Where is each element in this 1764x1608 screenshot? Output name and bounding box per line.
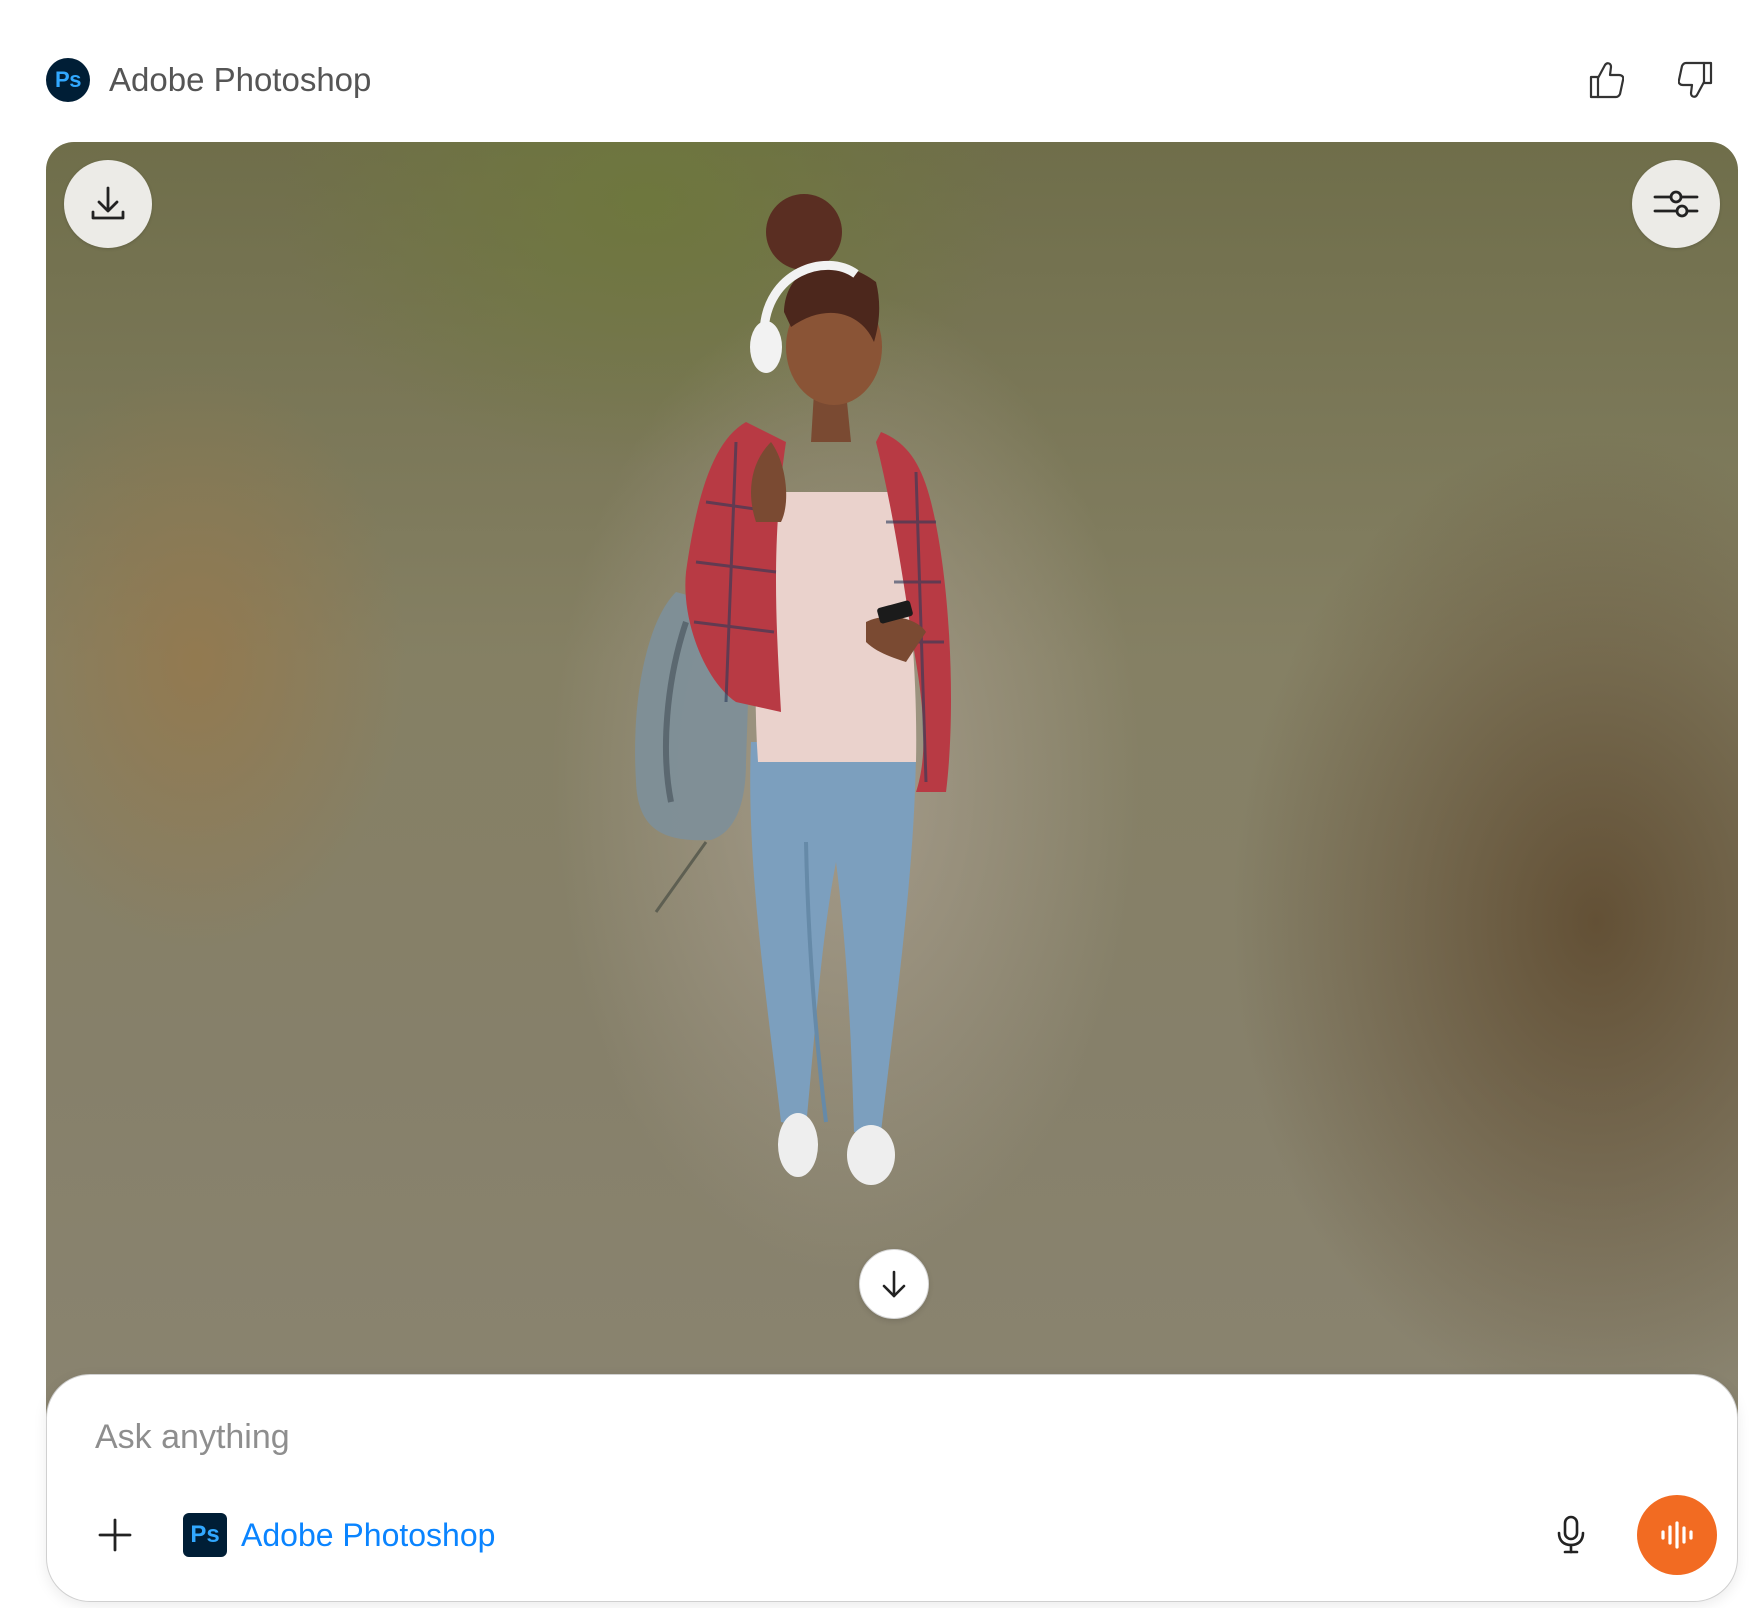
- add-attachment-button[interactable]: [87, 1507, 143, 1563]
- composer-right-tools: [1547, 1495, 1717, 1575]
- thumbs-up-button[interactable]: [1584, 58, 1628, 102]
- scroll-down-button[interactable]: [859, 1249, 929, 1319]
- sliders-icon: [1653, 190, 1699, 218]
- selected-tool-label: Adobe Photoshop: [241, 1516, 496, 1553]
- chat-composer: Ps Adobe Photoshop: [46, 1374, 1738, 1602]
- feedback-controls: [1584, 58, 1718, 102]
- voice-waveform-icon: [1661, 1521, 1693, 1549]
- download-button[interactable]: [64, 160, 152, 248]
- adjust-settings-button[interactable]: [1632, 160, 1720, 248]
- app-title: Adobe Photoshop: [109, 61, 372, 98]
- plus-icon: [98, 1518, 132, 1552]
- generated-image-person: [635, 194, 951, 1185]
- selected-tool-chip[interactable]: Ps Adobe Photoshop: [183, 1513, 495, 1557]
- thumbs-up-icon: [1589, 62, 1624, 99]
- composer-toolbar: Ps Adobe Photoshop: [87, 1495, 1717, 1575]
- photoshop-tool-icon: Ps: [183, 1513, 227, 1557]
- image-canvas: [46, 142, 1738, 1442]
- microphone-icon: [1557, 1515, 1585, 1554]
- dictation-button[interactable]: [1547, 1511, 1595, 1559]
- arrow-down-icon: [882, 1270, 906, 1298]
- header: Ps Adobe Photoshop: [46, 56, 1718, 104]
- download-icon: [91, 186, 125, 220]
- voice-mode-button[interactable]: [1637, 1495, 1717, 1575]
- thumbs-down-icon: [1678, 61, 1713, 98]
- prompt-input[interactable]: [93, 1411, 1297, 1463]
- photoshop-logo: Ps: [46, 58, 90, 102]
- thumbs-down-button[interactable]: [1674, 58, 1718, 102]
